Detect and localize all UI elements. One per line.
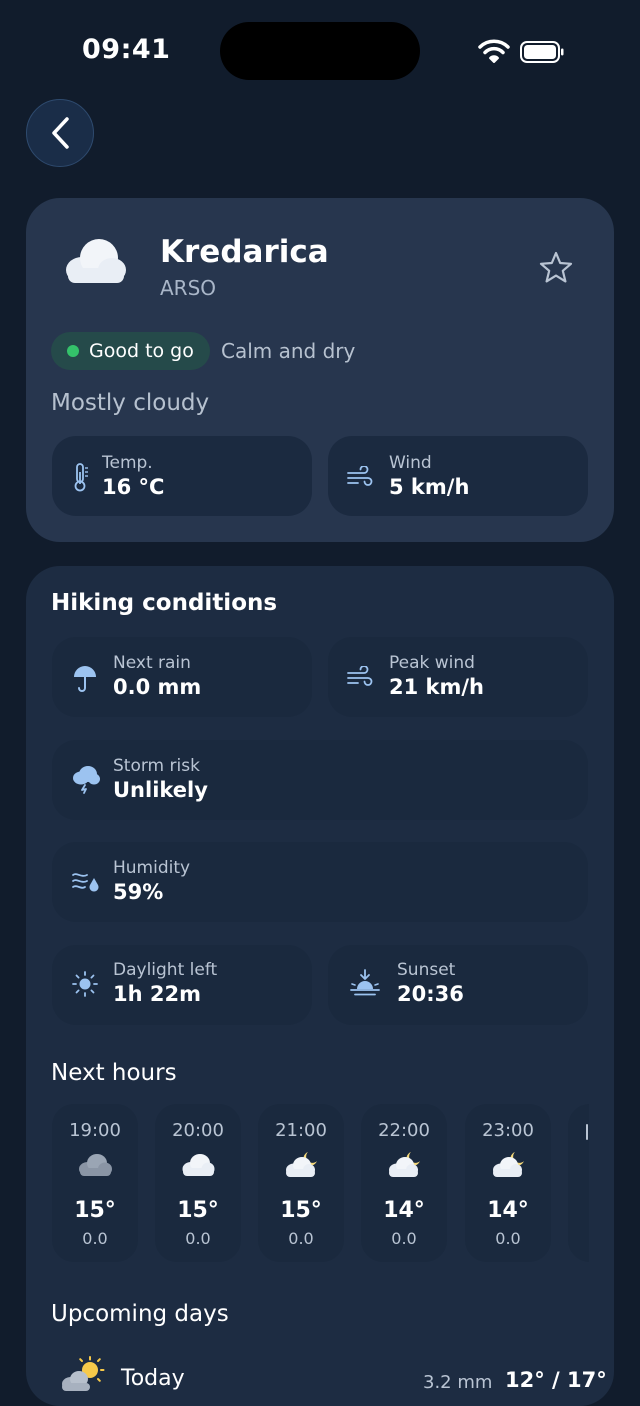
- storm-risk-value: Unlikely: [113, 778, 208, 802]
- hour-temperature: 15°: [177, 1198, 219, 1223]
- next-rain-label: Next rain: [113, 653, 191, 673]
- cloud-moon-icon: [491, 1150, 527, 1178]
- dynamic-island: [220, 22, 420, 80]
- hiking-conditions-title: Hiking conditions: [51, 590, 278, 616]
- temperature-label: Temp.: [102, 453, 153, 473]
- day-temp-range: 12° / 17°: [505, 1368, 607, 1392]
- hour-card[interactable]: 19:00 15° 0.0: [52, 1104, 138, 1262]
- humidity-value: 59%: [113, 880, 164, 904]
- daylight-value: 1h 22m: [113, 982, 201, 1006]
- wind-value: 5 km/h: [389, 475, 470, 499]
- chevron-left-icon: [49, 116, 71, 150]
- cloud-moon-icon: [284, 1150, 320, 1178]
- hour-card[interactable]: 21:00 15° 0.0: [258, 1104, 344, 1262]
- sun-cloud-icon: [60, 1356, 106, 1391]
- hour-rain: 0.0: [288, 1229, 314, 1248]
- hour-rain: 0.0: [495, 1229, 521, 1248]
- location-source: ARSO: [160, 276, 217, 300]
- hour-rain: 0.0: [185, 1229, 211, 1248]
- status-time: 09:41: [82, 34, 171, 65]
- humidity-label: Humidity: [113, 858, 191, 878]
- hour-time: 21:00: [275, 1120, 327, 1141]
- wind-label: Wind: [389, 453, 432, 473]
- hour-time: 22:00: [378, 1120, 430, 1141]
- peak-wind-label: Peak wind: [389, 653, 475, 673]
- humidity-icon: [71, 869, 101, 895]
- sunset-label: Sunset: [397, 960, 456, 980]
- hour-rain: 0.0: [391, 1229, 417, 1248]
- peak-wind-value: 21 km/h: [389, 675, 485, 699]
- sunset-icon: [349, 968, 381, 998]
- wind-icon: [346, 466, 374, 488]
- hour-time: 20:00: [172, 1120, 224, 1141]
- wind-icon: [346, 666, 374, 688]
- day-rain: 3.2 mm: [423, 1372, 493, 1393]
- weather-condition: Mostly cloudy: [51, 390, 210, 416]
- status-badge-label: Good to go: [89, 340, 194, 362]
- hour-temperature: 15°: [280, 1198, 322, 1223]
- temperature-tile: [52, 436, 312, 516]
- favorite-star-button[interactable]: [538, 250, 574, 286]
- storm-cloud-icon: [71, 764, 101, 794]
- hour-temperature: 15°: [74, 1198, 116, 1223]
- next-rain-value: 0.0 mm: [113, 675, 202, 699]
- status-note: Calm and dry: [221, 339, 356, 363]
- hour-card[interactable]: 22:00 14° 0.0: [361, 1104, 447, 1262]
- hour-time: 23:00: [482, 1120, 534, 1141]
- temperature-value: 16 °C: [102, 475, 165, 499]
- hour-card[interactable]: 20:00 15° 0.0: [155, 1104, 241, 1262]
- battery-icon: [520, 41, 564, 63]
- cloud-icon: [181, 1152, 215, 1178]
- back-button[interactable]: [26, 99, 94, 167]
- star-icon: [539, 251, 573, 283]
- hour-time: 19:00: [69, 1120, 121, 1141]
- wifi-icon: [478, 38, 510, 64]
- location-name: Kredarica: [160, 234, 329, 270]
- sunset-value: 20:36: [397, 982, 464, 1006]
- hour-temperature: 14°: [487, 1198, 529, 1223]
- day-name: Today: [121, 1366, 185, 1391]
- cloud-icon: [62, 234, 128, 286]
- storm-risk-label: Storm risk: [113, 756, 200, 776]
- umbrella-icon: [72, 663, 98, 693]
- hour-card[interactable]: 23:00 14° 0.0: [465, 1104, 551, 1262]
- next-hours-title: Next hours: [51, 1060, 177, 1086]
- daylight-label: Daylight left: [113, 960, 218, 980]
- status-dot: [67, 345, 79, 357]
- hour-rain: 0.0: [82, 1229, 108, 1248]
- hour-card-clipped[interactable]: [568, 1104, 589, 1262]
- cloud-moon-icon: [387, 1150, 423, 1178]
- upcoming-days-title: Upcoming days: [51, 1301, 229, 1327]
- thermometer-icon: [70, 462, 90, 492]
- hour-temperature: 14°: [383, 1198, 425, 1223]
- status-badge: Good to go: [51, 332, 210, 370]
- cloud-icon: [77, 1152, 113, 1178]
- sun-icon: [71, 970, 99, 998]
